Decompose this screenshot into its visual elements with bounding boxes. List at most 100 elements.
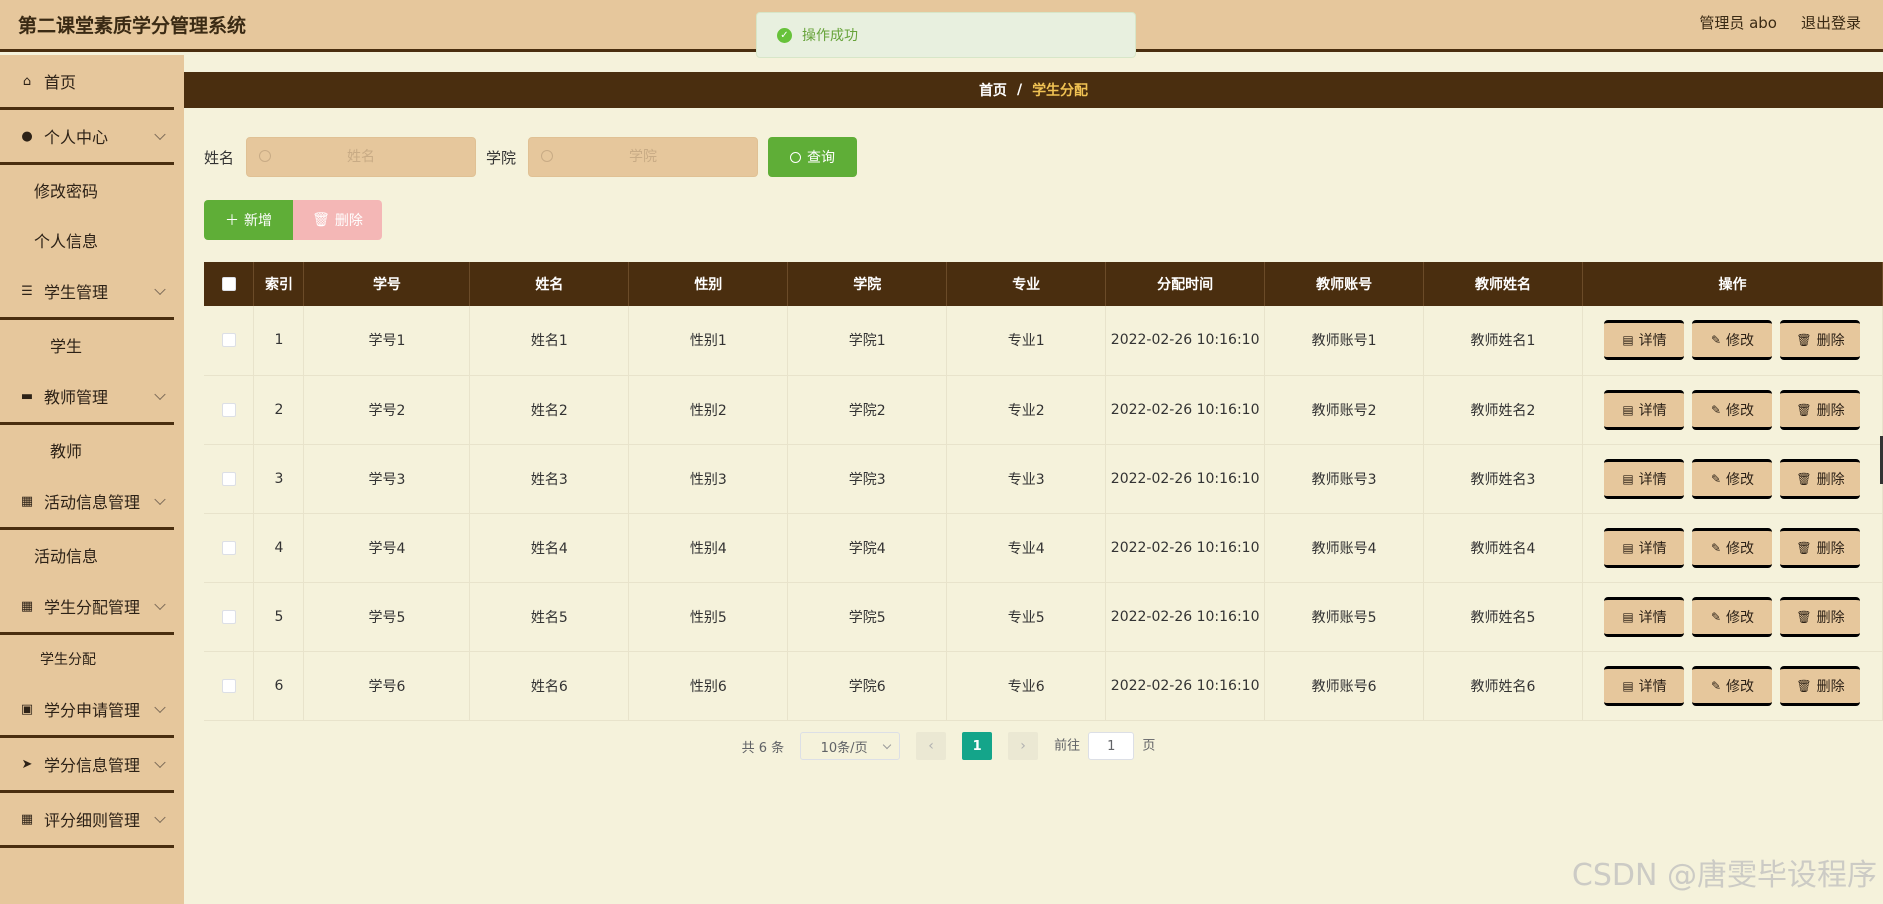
detail-button[interactable]: ▤ 详情: [1604, 389, 1685, 430]
column-header: 操作: [1582, 262, 1883, 306]
sidebar-menu-6[interactable]: ▬ 教师管理: [0, 370, 174, 425]
detail-button[interactable]: ▤ 详情: [1604, 320, 1685, 361]
row-checkbox-cell: [204, 582, 255, 652]
page-size-select[interactable]: 10条/页: [800, 732, 901, 760]
table-cell: 专业1: [946, 306, 1107, 376]
select-all-checkbox[interactable]: [221, 277, 236, 291]
detail-button[interactable]: ▤ 详情: [1604, 596, 1685, 637]
trash-icon: 🗑: [1796, 402, 1812, 417]
edit-button[interactable]: ✎ 修改: [1692, 458, 1773, 499]
sidebar-subitem-7[interactable]: 教师: [0, 425, 184, 475]
table-cell: 2022-02-26 10:16:10: [1105, 582, 1266, 652]
row-actions: ▤ 详情 ✎ 修改 🗑 删除: [1583, 665, 1882, 706]
row-checkbox[interactable]: [221, 402, 236, 417]
grid-icon: ▦: [20, 811, 34, 827]
row-checkbox[interactable]: [221, 471, 236, 486]
delete-button[interactable]: 🗑 删除: [1780, 389, 1861, 430]
table-row: 5 学号5 姓名5 性别5 学院5 专业5 2022-02-26 10:16:10 教师账号5…: [204, 582, 1883, 652]
edit-button-label: 修改: [1726, 471, 1755, 488]
sidebar-menu-8[interactable]: ▦ 活动信息管理: [0, 475, 174, 530]
edit-icon: ✎: [1710, 402, 1722, 417]
sidebar-menu-14[interactable]: ▦ 评分细则管理: [0, 793, 174, 848]
row-actions-cell: ▤ 详情 ✎ 修改 🗑 删除: [1582, 375, 1883, 445]
table-cell: 1: [253, 306, 305, 376]
breadcrumb-current: 学生分配: [1032, 83, 1089, 99]
edit-button[interactable]: ✎ 修改: [1692, 320, 1773, 361]
table-cell: 学院4: [787, 513, 948, 583]
row-checkbox[interactable]: [221, 678, 236, 693]
check-circle-icon: ✓: [777, 27, 792, 43]
sidebar-subitem-11[interactable]: 学生分配: [0, 635, 184, 683]
row-actions: ▤ 详情 ✎ 修改 🗑 删除: [1583, 596, 1882, 637]
name-search-input[interactable]: [247, 138, 476, 176]
add-button[interactable]: ＋ 新增: [204, 200, 293, 240]
sidebar-subitem-5[interactable]: 学生: [0, 320, 184, 370]
table-cell: 教师账号6: [1264, 651, 1425, 721]
table-cell: 专业6: [946, 651, 1107, 721]
edit-button[interactable]: ✎ 修改: [1692, 665, 1773, 706]
table-cell: 学号3: [303, 444, 471, 514]
delete-button[interactable]: 🗑 删除: [1780, 320, 1861, 361]
row-actions: ▤ 详情 ✎ 修改 🗑 删除: [1583, 458, 1882, 499]
table-row: 1 学号1 姓名1 性别1 学院1 专业1 2022-02-26 10:16:10 教师账号1…: [204, 306, 1883, 376]
table-cell: 2022-02-26 10:16:10: [1105, 444, 1266, 514]
user-label[interactable]: 管理员 abo: [1699, 12, 1777, 33]
table-cell: 学院2: [787, 375, 948, 445]
table-cell: 2022-02-26 10:16:10: [1105, 306, 1266, 376]
edit-button[interactable]: ✎ 修改: [1692, 596, 1773, 637]
edit-button[interactable]: ✎ 修改: [1692, 389, 1773, 430]
prev-page-button[interactable]: ‹: [916, 732, 947, 760]
table-cell: 2022-02-26 10:16:10: [1105, 651, 1266, 721]
detail-button[interactable]: ▤ 详情: [1604, 665, 1685, 706]
college-search-input[interactable]: [529, 138, 758, 176]
sidebar-menu-12[interactable]: ▣ 学分申请管理: [0, 683, 174, 738]
edit-icon: ✎: [1710, 333, 1722, 348]
batch-delete-button[interactable]: 🗑 删除: [293, 200, 382, 240]
column-header: 学院: [787, 262, 948, 306]
breadcrumb-separator: /: [1016, 82, 1023, 98]
goto-page-input[interactable]: 1: [1088, 732, 1135, 760]
chevron-down-icon: [154, 756, 166, 769]
delete-button[interactable]: 🗑 删除: [1780, 527, 1861, 568]
page-number-current[interactable]: 1: [962, 732, 993, 760]
sidebar-menu-label: 评分细则管理: [44, 811, 141, 830]
edit-button-label: 修改: [1726, 609, 1755, 626]
sidebar-menu-4[interactable]: ☰ 学生管理: [0, 265, 174, 320]
table-cell: 姓名6: [469, 651, 630, 721]
row-checkbox[interactable]: [221, 540, 236, 555]
table-cell: 性别3: [628, 444, 789, 514]
table-row: 6 学号6 姓名6 性别6 学院6 专业6 2022-02-26 10:16:10 教师账号6…: [204, 651, 1883, 721]
column-header: 专业: [946, 262, 1107, 306]
detail-button[interactable]: ▤ 详情: [1604, 527, 1685, 568]
row-actions: ▤ 详情 ✎ 修改 🗑 删除: [1583, 320, 1882, 361]
next-page-button[interactable]: ›: [1008, 732, 1039, 760]
sidebar-menu-0[interactable]: ⌂ 首页: [0, 55, 174, 110]
pagination: 共 6 条 10条/页 ‹ 1 › 前往 1 页: [184, 732, 1883, 760]
table-cell: 5: [253, 582, 305, 652]
breadcrumb-home[interactable]: 首页: [979, 80, 1007, 100]
document-icon: ▤: [1622, 471, 1634, 486]
sidebar-subitem-3[interactable]: 个人信息: [0, 215, 184, 265]
delete-button[interactable]: 🗑 删除: [1780, 665, 1861, 706]
edit-button[interactable]: ✎ 修改: [1692, 527, 1773, 568]
sidebar-subitem-2[interactable]: 修改密码: [0, 165, 184, 215]
list-icon: ☰: [21, 283, 33, 299]
query-button[interactable]: 查询: [768, 137, 858, 177]
sidebar-menu-13[interactable]: ➤ 学分信息管理: [0, 738, 174, 793]
detail-button[interactable]: ▤ 详情: [1604, 458, 1685, 499]
sidebar-subitem-9[interactable]: 活动信息: [0, 530, 184, 580]
row-checkbox[interactable]: [221, 609, 236, 624]
sidebar-menu-1[interactable]: ● 个人中心: [0, 110, 174, 165]
data-table: 索引 学号 姓名 性别 学院 专业 分配时间 教师账号 教师姓名 操作 1 学号1 姓名1 性别1 学院1…: [204, 262, 1883, 721]
row-checkbox[interactable]: [221, 333, 236, 348]
table-row: 2 学号2 姓名2 性别2 学院2 专业2 2022-02-26 10:16:10 教师账号2…: [204, 375, 1883, 445]
logout-link[interactable]: 退出登录: [1801, 12, 1861, 33]
table-cell: 姓名5: [469, 582, 630, 652]
sidebar-menu-10[interactable]: ▦ 学生分配管理: [0, 580, 174, 635]
table-cell: 学院1: [787, 306, 948, 376]
delete-button[interactable]: 🗑 删除: [1780, 596, 1861, 637]
chevron-down-icon: [154, 811, 166, 824]
name-label: 姓名: [204, 148, 235, 167]
delete-button[interactable]: 🗑 删除: [1780, 458, 1861, 499]
sidebar-menu-label: 学分信息管理: [44, 756, 141, 775]
